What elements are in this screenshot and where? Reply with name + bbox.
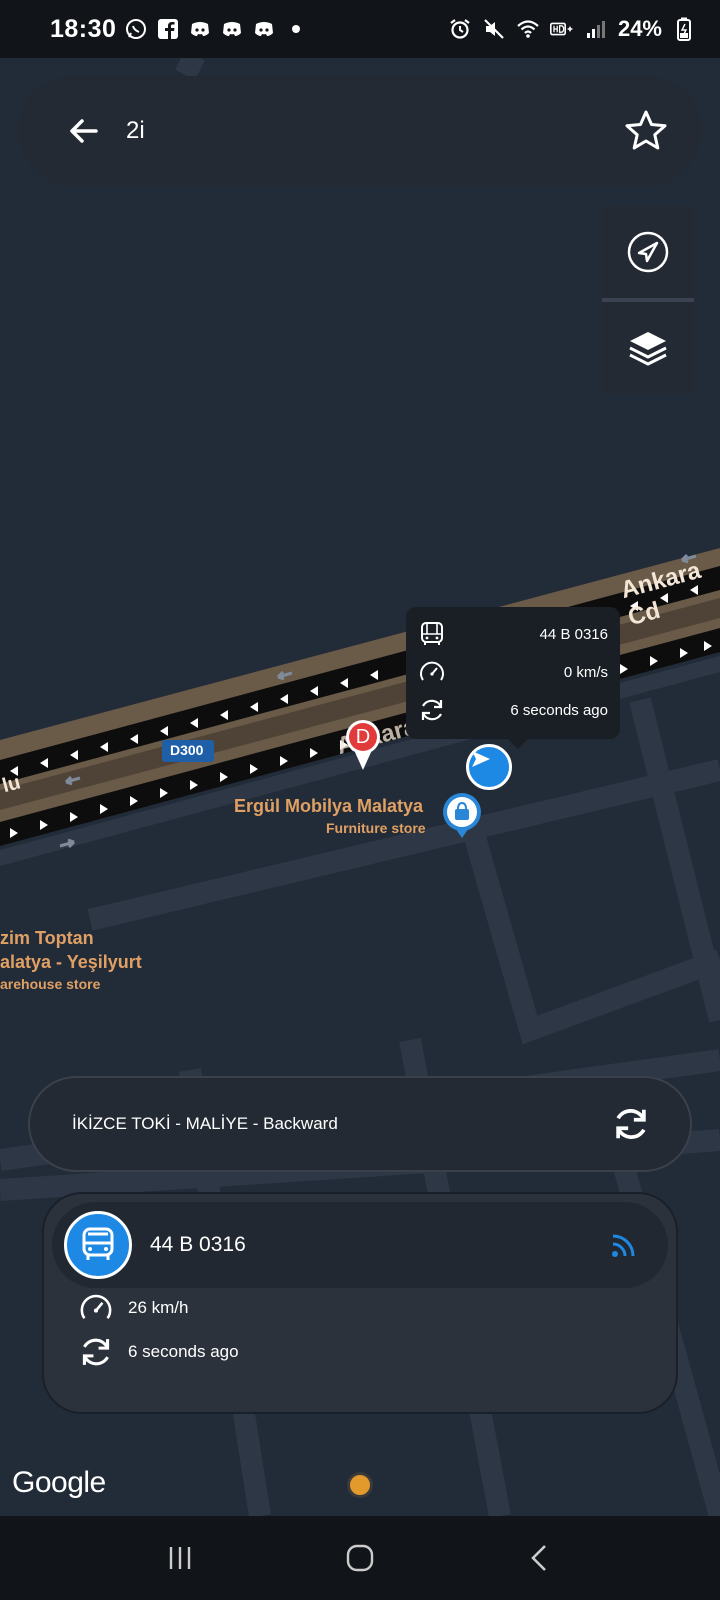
status-time: 18:30 bbox=[50, 14, 117, 43]
dot-icon bbox=[292, 25, 301, 33]
poi-other-line1[interactable]: zim Toptan bbox=[0, 928, 94, 949]
battery-percent: 24% bbox=[617, 16, 662, 41]
vehicle-card[interactable]: 44 B 0316 26 km/h 6 seconds ago bbox=[42, 1192, 678, 1414]
status-notification-icons bbox=[124, 17, 308, 41]
shopping-bag-marker[interactable] bbox=[442, 792, 482, 840]
whatsapp-icon bbox=[126, 19, 147, 39]
route-label: İKİZCE TOKİ - MALİYE - Backward bbox=[72, 1114, 338, 1133]
speedometer-icon bbox=[420, 661, 444, 681]
vehicle-speed-row: 26 km/h bbox=[78, 1290, 188, 1326]
discord-icon bbox=[223, 22, 242, 36]
refresh-icon bbox=[421, 699, 443, 721]
bus-avatar bbox=[64, 1211, 132, 1279]
road-shield-label: D300 bbox=[170, 742, 204, 758]
home-icon bbox=[346, 1544, 374, 1572]
status-system-icons: 24% bbox=[448, 16, 696, 42]
search-bar: 2i bbox=[18, 76, 702, 186]
alarm-icon bbox=[450, 19, 470, 39]
map-layers-button[interactable] bbox=[602, 302, 694, 394]
destination-marker-label: D bbox=[355, 726, 371, 748]
recent-apps-icon bbox=[169, 1547, 191, 1569]
back-button[interactable] bbox=[54, 101, 114, 161]
home-button[interactable] bbox=[330, 1528, 390, 1588]
favorite-button[interactable] bbox=[616, 101, 676, 161]
navigation-icon bbox=[627, 231, 669, 273]
shopping-bag-icon bbox=[443, 793, 481, 838]
vehicle-speed: 26 km/h bbox=[128, 1298, 189, 1317]
google-logo: Google bbox=[12, 1466, 106, 1499]
popup-speed-row: 0 km/s bbox=[418, 653, 608, 691]
search-query[interactable]: 2i bbox=[126, 117, 145, 145]
bus-location-marker[interactable] bbox=[466, 744, 512, 790]
poi-other-type: arehouse store bbox=[0, 976, 101, 992]
facebook-icon bbox=[158, 19, 179, 39]
wifi-icon bbox=[517, 20, 539, 38]
direction-arrow-icon bbox=[472, 751, 490, 767]
map-controls bbox=[602, 206, 694, 394]
back-arrow-icon bbox=[70, 119, 98, 143]
poi-ergul-name[interactable]: Ergül Mobilya Malatya bbox=[234, 796, 423, 817]
poi-ergul-type: Furniture store bbox=[326, 820, 426, 836]
layers-icon bbox=[629, 332, 667, 366]
discord-icon bbox=[255, 22, 274, 36]
battery-icon bbox=[677, 17, 691, 41]
discord-icon bbox=[191, 22, 210, 36]
popup-updated: 6 seconds ago bbox=[510, 701, 608, 719]
bus-info-popup: 44 B 0316 0 km/s 6 seconds ago bbox=[406, 607, 620, 749]
vehicle-header[interactable]: 44 B 0316 bbox=[52, 1202, 668, 1288]
popup-plate-row: 44 B 0316 bbox=[418, 615, 608, 653]
system-nav-bar bbox=[0, 1516, 720, 1600]
popup-speed: 0 km/s bbox=[563, 663, 608, 681]
status-bar: 18:30 24% bbox=[0, 0, 720, 58]
signal-icon bbox=[586, 21, 605, 38]
star-icon bbox=[625, 110, 667, 150]
speedometer-icon bbox=[80, 1294, 112, 1320]
bus-icon bbox=[421, 622, 443, 645]
popup-updated-row: 6 seconds ago bbox=[418, 691, 608, 729]
recent-apps-button[interactable] bbox=[150, 1528, 210, 1588]
refresh-icon bbox=[616, 1109, 646, 1139]
system-back-button[interactable] bbox=[510, 1528, 570, 1588]
live-signal-icon bbox=[612, 1234, 635, 1257]
vehicle-plate: 44 B 0316 bbox=[150, 1233, 246, 1256]
route-card[interactable]: İKİZCE TOKİ - MALİYE - Backward bbox=[28, 1076, 692, 1172]
popup-plate: 44 B 0316 bbox=[539, 625, 608, 643]
vehicle-updated-row: 6 seconds ago bbox=[78, 1334, 239, 1370]
refresh-icon bbox=[82, 1338, 110, 1366]
location-dot[interactable] bbox=[347, 1472, 373, 1498]
chevron-left-icon bbox=[531, 1545, 546, 1571]
vehicle-updated: 6 seconds ago bbox=[128, 1342, 239, 1361]
poi-other-line2: alatya - Yeşilyurt bbox=[0, 952, 142, 972]
bus-icon bbox=[82, 1227, 114, 1260]
my-location-button[interactable] bbox=[602, 206, 694, 298]
destination-marker[interactable]: D bbox=[346, 720, 380, 772]
hd-icon bbox=[549, 22, 573, 36]
route-refresh-button[interactable] bbox=[606, 1099, 656, 1149]
mute-icon bbox=[484, 19, 504, 39]
